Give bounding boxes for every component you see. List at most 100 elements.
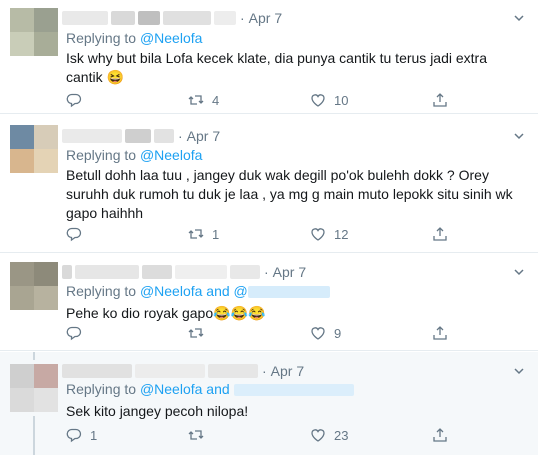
username-blurred[interactable] (142, 265, 172, 279)
separator-dot: · (262, 363, 267, 379)
display-name-blurred[interactable] (75, 265, 139, 279)
retweet-button[interactable] (188, 427, 212, 443)
replying-to-prefix: Replying to (66, 147, 137, 163)
thread-line (33, 352, 35, 360)
mention-link[interactable]: @Neelofa (140, 30, 202, 46)
tweet-header: · Apr 7 (62, 362, 304, 380)
username-blurred[interactable] (163, 11, 211, 25)
like-count: 23 (334, 427, 349, 443)
retweet-icon (188, 229, 204, 239)
chevron-down-icon[interactable] (514, 366, 524, 376)
heart-icon (311, 94, 325, 107)
avatar[interactable] (10, 8, 58, 56)
tweet-text: Sek kito jangey pecoh nilopa! (66, 403, 249, 419)
username-blurred[interactable] (208, 364, 258, 378)
username-blurred[interactable] (154, 129, 174, 143)
tweet-actions: 4 10 (62, 92, 462, 110)
avatar[interactable] (10, 364, 58, 412)
retweet-icon (188, 430, 204, 440)
avatar[interactable] (10, 262, 58, 310)
like-count: 9 (334, 325, 342, 341)
chevron-down-icon[interactable] (514, 13, 524, 23)
reply-button[interactable] (66, 226, 90, 242)
share-icon (433, 93, 447, 107)
tweet-timestamp[interactable]: Apr 7 (187, 128, 220, 144)
replying-to: Replying to @Neelofa (66, 30, 202, 46)
username-blurred[interactable] (230, 265, 260, 279)
retweet-button[interactable] (188, 325, 212, 341)
separator-dot: · (240, 10, 245, 26)
like-button[interactable]: 10 (310, 92, 348, 108)
chevron-down-icon[interactable] (514, 267, 524, 277)
tweet[interactable]: · Apr 7 Replying to @Neelofa Isk why but… (0, 0, 538, 114)
reply-button[interactable] (66, 325, 90, 341)
display-name-blurred[interactable] (62, 129, 122, 143)
like-button[interactable]: 9 (310, 325, 341, 341)
username-blurred[interactable] (175, 265, 227, 279)
reply-icon (66, 227, 82, 242)
tweet-text: Isk why but bila Lofa kecek klate, dia p… (66, 50, 488, 85)
tweet-text: Betull dohh laa tuu , jangey duk wak deg… (66, 167, 513, 221)
replying-to-prefix: Replying to (66, 381, 137, 397)
display-name-blurred[interactable] (111, 11, 135, 25)
like-button[interactable]: 12 (310, 226, 348, 242)
retweet-count: 4 (212, 92, 220, 108)
display-name-blurred[interactable] (125, 129, 151, 143)
reply-icon (66, 93, 82, 108)
mention-link[interactable]: @Neelofa and (140, 381, 230, 397)
tweet-timestamp[interactable]: Apr 7 (271, 363, 304, 379)
mention-blurred[interactable] (247, 286, 330, 299)
share-button[interactable] (432, 427, 456, 443)
replying-to: Replying to @Neelofa (66, 147, 202, 163)
like-button[interactable]: 23 (310, 427, 348, 443)
tweet-timestamp[interactable]: Apr 7 (273, 264, 306, 280)
separator-dot: · (178, 128, 183, 144)
tweet[interactable]: · Apr 7 Replying to @Neelofa Betull dohh… (0, 115, 538, 253)
username-blurred[interactable] (214, 11, 236, 25)
retweet-button[interactable]: 4 (188, 92, 219, 108)
display-name-blurred[interactable] (62, 11, 108, 25)
tweet-header: · Apr 7 (62, 9, 282, 27)
retweet-icon (188, 95, 204, 105)
heart-icon (311, 327, 325, 340)
retweet-button[interactable]: 1 (188, 226, 219, 242)
mention-link[interactable]: @Neelofa and (140, 283, 230, 299)
retweet-count: 1 (212, 226, 220, 242)
share-button[interactable] (432, 325, 456, 341)
display-name-blurred[interactable] (62, 364, 132, 378)
tweet-header: · Apr 7 (62, 263, 306, 281)
mention-blurred[interactable] (233, 384, 354, 397)
reply-count: 1 (90, 427, 98, 443)
mention-link[interactable]: @Neelofa (140, 147, 202, 163)
display-name-blurred[interactable] (135, 364, 205, 378)
share-icon (433, 227, 447, 241)
replying-to-prefix: Replying to (66, 283, 137, 299)
avatar[interactable] (10, 125, 58, 173)
share-icon (433, 428, 447, 442)
separator-dot: · (264, 264, 269, 280)
like-count: 10 (334, 92, 349, 108)
like-count: 12 (334, 226, 349, 242)
username-blurred[interactable] (138, 11, 160, 25)
share-button[interactable] (432, 92, 456, 108)
chevron-down-icon[interactable] (514, 131, 524, 141)
tweet[interactable]: · Apr 7 Replying to @Neelofa and Sek kit… (0, 352, 538, 455)
heart-icon (311, 429, 325, 442)
heart-icon (311, 228, 325, 241)
tweet-actions: 1 23 (62, 427, 462, 445)
share-icon (433, 326, 447, 340)
display-name-blurred[interactable] (62, 265, 72, 279)
tweet-actions: 1 12 (62, 226, 462, 244)
replying-to-prefix: Replying to (66, 30, 137, 46)
replying-to: Replying to @Neelofa and (66, 381, 354, 397)
tweet-text: Pehe ko dio royak gapo😂😂😂 (66, 305, 266, 321)
share-button[interactable] (432, 226, 456, 242)
tweet-actions: 9 (62, 325, 462, 343)
mention-link-blurred[interactable]: @ (234, 283, 248, 299)
reply-button[interactable] (66, 92, 90, 108)
reply-button[interactable]: 1 (66, 427, 97, 443)
tweet[interactable]: · Apr 7 Replying to @Neelofa and @ Pehe … (0, 254, 538, 351)
tweet-timestamp[interactable]: Apr 7 (249, 10, 282, 26)
reply-icon (66, 326, 82, 341)
reply-icon (66, 428, 82, 443)
